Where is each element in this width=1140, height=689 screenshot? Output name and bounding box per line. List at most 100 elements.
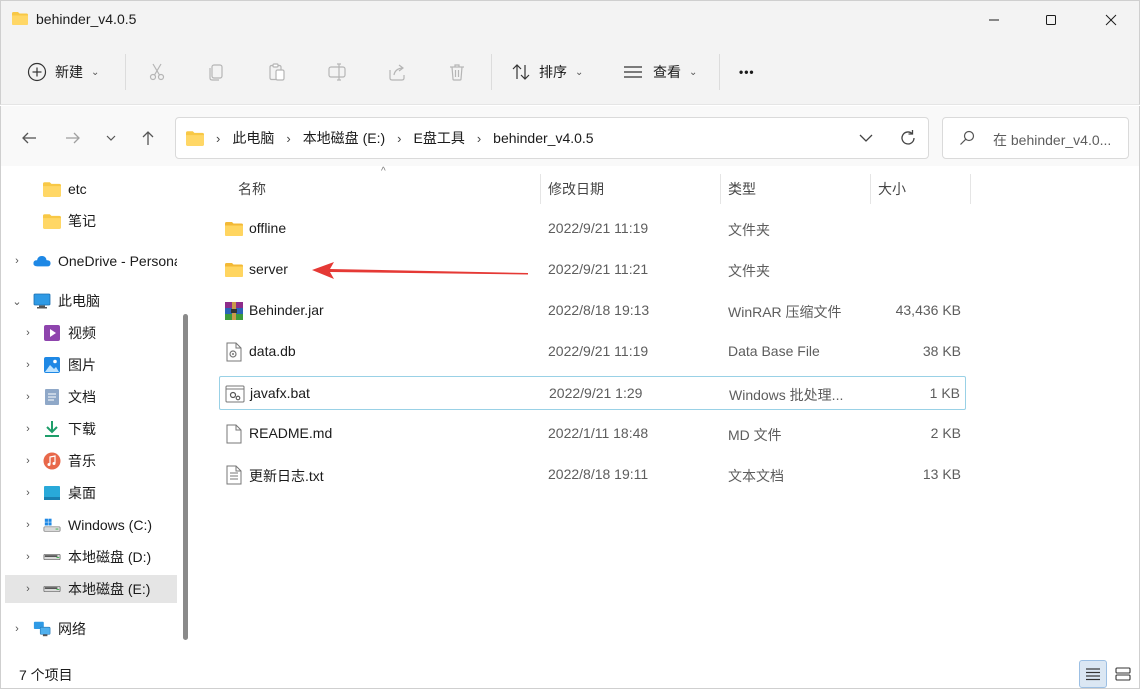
search-icon: [960, 130, 975, 145]
chevron-right-icon[interactable]: ›: [23, 583, 33, 595]
sidebar-item-label: 此电脑: [58, 293, 100, 309]
details-view-button[interactable]: [1079, 660, 1107, 688]
file-row[interactable]: README.md 2022/1/11 18:48 MD 文件 2 KB: [219, 417, 966, 451]
chevron-right-icon[interactable]: ›: [23, 519, 33, 531]
delete-button[interactable]: [447, 52, 467, 92]
breadcrumb-item[interactable]: 此电脑: [232, 128, 274, 148]
column-divider[interactable]: [870, 174, 871, 204]
file-row[interactable]: offline 2022/9/21 11:19 文件夹: [219, 212, 966, 246]
sidebar-scrollbar[interactable]: [183, 314, 188, 640]
address-bar[interactable]: › 此电脑 › 本地磁盘 (E:) › E盘工具 › behinder_v4.0…: [175, 117, 929, 159]
arrow-left-icon: [22, 132, 36, 144]
file-size: 38 KB: [922, 343, 961, 359]
chevron-right-icon[interactable]: ›: [23, 551, 33, 563]
file-name: Behinder.jar: [249, 302, 324, 318]
sort-icon: [512, 64, 530, 80]
file-date: 2022/9/21 11:21: [548, 261, 649, 277]
column-header-date[interactable]: 修改日期: [548, 174, 604, 204]
column-header-type[interactable]: 类型: [728, 174, 756, 204]
breadcrumb-item[interactable]: E盘工具: [413, 128, 464, 148]
share-button[interactable]: [387, 52, 407, 92]
sidebar-item-label: 视频: [68, 325, 96, 341]
sidebar-item-onedrive[interactable]: › OneDrive - Personal: [1, 247, 177, 275]
cut-button[interactable]: [147, 52, 167, 92]
column-header-label: 类型: [728, 181, 756, 197]
file-type: 文件夹: [728, 263, 770, 279]
trash-icon: [450, 64, 464, 81]
sidebar-item-music[interactable]: › 音乐: [1, 447, 177, 475]
column-divider[interactable]: [720, 174, 721, 204]
sidebar-item-drive-c[interactable]: › Windows (C:): [1, 511, 177, 539]
paste-button[interactable]: [267, 52, 287, 92]
up-button[interactable]: [134, 126, 162, 150]
column-divider[interactable]: [540, 174, 541, 204]
arrow-up-icon: [142, 131, 154, 145]
breadcrumb-item[interactable]: 本地磁盘 (E:): [303, 128, 385, 148]
chevron-right-icon[interactable]: ›: [23, 455, 33, 467]
sidebar-item-network[interactable]: › 网络: [1, 615, 177, 643]
file-size: 43,436 KB: [895, 302, 961, 318]
file-row[interactable]: Behinder.jar 2022/8/18 19:13 WinRAR 压缩文件…: [219, 294, 966, 328]
video-icon: [43, 324, 61, 342]
new-button[interactable]: 新建 ⌄: [27, 52, 99, 92]
file-name: server: [249, 261, 288, 277]
more-options-button[interactable]: •••: [739, 52, 755, 92]
folder-icon: [43, 212, 61, 230]
recent-locations-button[interactable]: [97, 126, 125, 150]
copy-button[interactable]: [207, 52, 227, 92]
chevron-down-icon[interactable]: ⌄: [12, 295, 22, 308]
file-row[interactable]: javafx.bat 2022/9/21 1:29 Windows 批处理...…: [219, 376, 966, 410]
sidebar-item-documents[interactable]: › 文档: [1, 383, 177, 411]
annotation-arrow: [312, 262, 528, 279]
file-row[interactable]: data.db 2022/9/21 11:19 Data Base File 3…: [219, 335, 966, 369]
drive-icon: [43, 548, 61, 566]
close-button[interactable]: [1081, 1, 1140, 39]
refresh-button[interactable]: [898, 128, 918, 148]
sidebar-item-desktop[interactable]: › 桌面: [1, 479, 177, 507]
sidebar-item-this-pc[interactable]: ⌄ 此电脑: [1, 287, 177, 315]
chevron-right-icon[interactable]: ›: [23, 487, 33, 499]
sidebar-item-drive-d[interactable]: › 本地磁盘 (D:): [1, 543, 177, 571]
sidebar-item-notes[interactable]: 笔记: [1, 207, 177, 235]
status-bar: 7 个项目: [0, 660, 1140, 689]
sidebar-item-videos[interactable]: › 视频: [1, 319, 177, 347]
column-header-label: 大小: [878, 181, 906, 197]
maximize-button[interactable]: [1021, 1, 1081, 39]
chevron-right-icon[interactable]: ›: [23, 391, 33, 403]
search-box[interactable]: 在 behinder_v4.0...: [942, 117, 1129, 159]
sidebar-item-downloads[interactable]: › 下载: [1, 415, 177, 443]
text-file-icon: [226, 465, 242, 485]
back-button[interactable]: [15, 126, 43, 150]
file-row[interactable]: 更新日志.txt 2022/8/18 19:11 文本文档 13 KB: [219, 458, 966, 492]
file-date: 2022/9/21 11:19: [548, 220, 649, 236]
chevron-right-icon[interactable]: ›: [12, 255, 22, 267]
view-list-icon: [624, 66, 642, 78]
rename-button[interactable]: [327, 52, 347, 92]
address-dropdown-button[interactable]: [856, 128, 876, 148]
chevron-right-icon[interactable]: ›: [23, 359, 33, 371]
chevron-right-icon[interactable]: ›: [23, 327, 33, 339]
chevron-right-icon: ›: [286, 130, 291, 146]
file-type: Windows 批处理...: [729, 387, 844, 403]
breadcrumb-item[interactable]: behinder_v4.0.5: [493, 130, 593, 146]
tiles-view-button[interactable]: [1109, 660, 1137, 688]
minimize-icon: [989, 19, 999, 21]
minimize-button[interactable]: [964, 1, 1024, 39]
sidebar-item-pictures[interactable]: › 图片: [1, 351, 177, 379]
forward-button[interactable]: [59, 126, 87, 150]
sort-button[interactable]: 排序 ⌄: [511, 52, 583, 92]
arrow-right-icon: [66, 132, 80, 144]
chevron-right-icon[interactable]: ›: [23, 423, 33, 435]
sidebar-item-drive-e[interactable]: › 本地磁盘 (E:): [5, 575, 177, 603]
more-icon: •••: [739, 65, 755, 79]
column-header-size[interactable]: 大小: [878, 174, 906, 204]
view-button[interactable]: 查看 ⌄: [623, 52, 697, 92]
sidebar-item-etc[interactable]: etc: [1, 175, 177, 203]
file-name: offline: [249, 220, 287, 236]
file-date: 2022/8/18 19:11: [548, 466, 649, 482]
column-header-name[interactable]: 名称 ^: [238, 166, 386, 204]
column-divider[interactable]: [970, 174, 971, 204]
search-input[interactable]: 在 behinder_v4.0...: [993, 130, 1127, 150]
chevron-right-icon: ›: [216, 130, 221, 146]
chevron-right-icon[interactable]: ›: [12, 623, 22, 635]
